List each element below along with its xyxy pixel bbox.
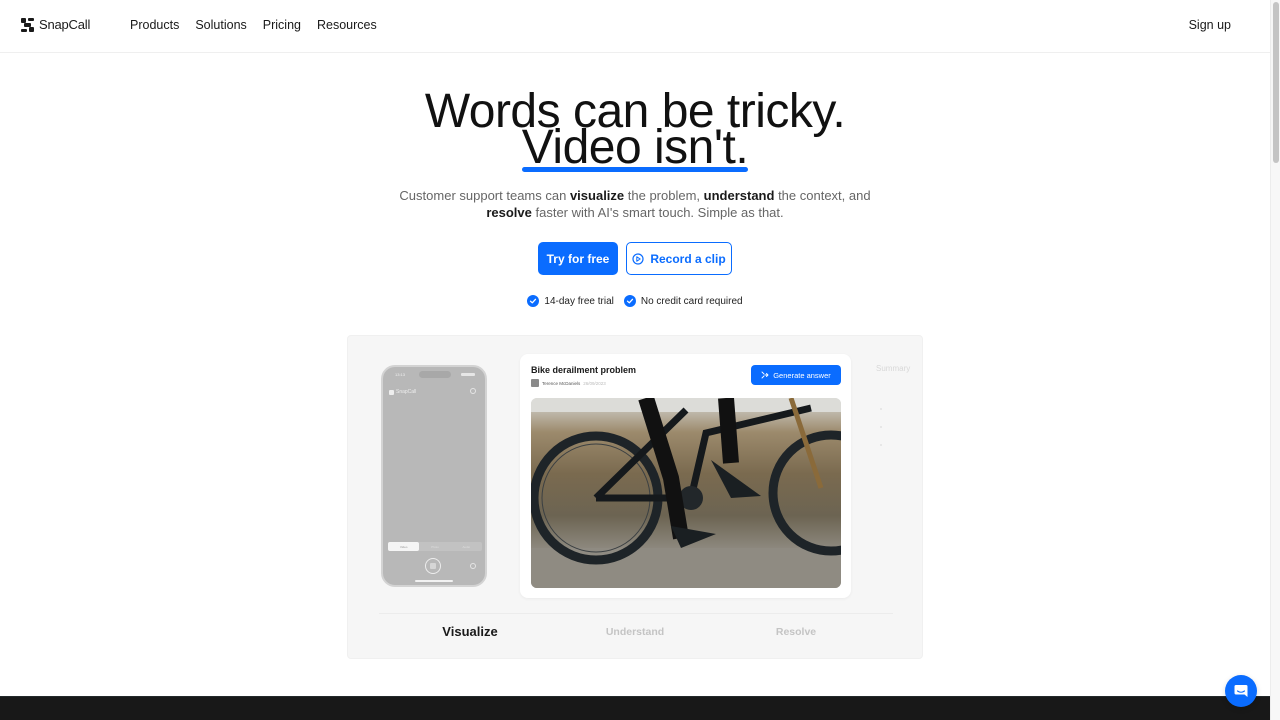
scrollbar-thumb[interactable] [1273, 2, 1279, 163]
check-circle-icon [623, 295, 636, 307]
avatar [531, 379, 539, 387]
phone-brand: SnapCall [389, 389, 416, 395]
nav-resources[interactable]: Resources [317, 18, 377, 32]
ticket-title: Bike derailment problem [531, 365, 637, 375]
summary-bullet [880, 426, 882, 428]
subtitle-text: faster with AI's smart touch. Simple as … [531, 205, 784, 220]
rotate-camera-icon [470, 563, 476, 569]
perk-item: No credit card required [623, 295, 743, 307]
record-clip-button[interactable]: Record a clip [626, 242, 732, 275]
brand-name: SnapCall [39, 17, 91, 32]
demo-tab-understand[interactable]: Understand [606, 626, 664, 638]
phone-tab-audio: Audio [462, 544, 471, 549]
check-circle-icon [527, 295, 540, 307]
highlight-underline [522, 167, 748, 172]
product-demo: 13:13 SnapCall Video Photo Audio Bike de… [347, 335, 923, 659]
ticket-author: Terence McDaniels [542, 380, 581, 386]
gear-icon [470, 388, 476, 394]
demo-tab-visualize[interactable]: Visualize [442, 624, 497, 639]
chat-launcher-button[interactable] [1225, 675, 1257, 707]
page-scrollbar[interactable] [1270, 0, 1280, 720]
summary-bullet [880, 444, 882, 446]
perk-label: 14-day free trial [544, 295, 614, 307]
summary-bullet [880, 408, 882, 410]
phone-time: 13:13 [395, 372, 406, 377]
bike-video-frame [531, 398, 841, 588]
try-for-free-button[interactable]: Try for free [538, 242, 618, 275]
subtitle-bold: visualize [569, 188, 625, 203]
play-circle-icon [632, 252, 644, 265]
nav-solutions[interactable]: Solutions [195, 18, 246, 32]
summary-label: Summary [876, 364, 911, 373]
sign-up-link[interactable]: Sign up [1189, 18, 1231, 32]
nav-pricing[interactable]: Pricing [263, 18, 301, 32]
subtitle-bold: understand [703, 188, 775, 203]
perk-label: No credit card required [640, 295, 743, 307]
phone-mode-tabs: Video Photo Audio [388, 542, 482, 551]
generate-answer-button[interactable]: Generate answer [751, 365, 841, 385]
generate-answer-label: Generate answer [773, 370, 831, 380]
hero-subtitle: Customer support teams can visualize the… [0, 187, 1270, 221]
ticket-card: Bike derailment problem Terence McDaniel… [520, 354, 851, 598]
record-clip-label: Record a clip [650, 251, 726, 266]
nav-products[interactable]: Products [130, 18, 179, 32]
dark-section [0, 696, 1270, 720]
phone-logo-icon [389, 389, 394, 395]
hero-title-line2: Video isn't. [0, 124, 1270, 172]
subtitle-text: Customer support teams can [399, 188, 570, 203]
phone-brand-label: SnapCall [396, 389, 417, 395]
snapcall-logo-icon [21, 17, 34, 32]
main-nav: Products Solutions Pricing Resources [130, 18, 377, 32]
phone-mockup: 13:13 SnapCall Video Photo Audio [381, 365, 487, 587]
phone-status-icons [461, 373, 475, 376]
shutter-icon [425, 558, 441, 574]
perks: 14-day free trial No credit card require… [0, 295, 1270, 307]
video-preview[interactable] [531, 398, 841, 588]
phone-tab-video: Video [388, 542, 420, 551]
site-header: SnapCall Products Solutions Pricing Reso… [0, 0, 1270, 53]
home-indicator [415, 580, 453, 582]
chat-bubble-icon [1234, 685, 1248, 697]
sparkle-icon [761, 371, 769, 379]
hero-highlight: Video isn't. [521, 121, 749, 174]
ticket-date: 26/09/2023 [583, 380, 606, 386]
perk-item: 14-day free trial [527, 295, 614, 307]
subtitle-text: the problem, [624, 188, 704, 203]
demo-divider [379, 613, 893, 614]
phone-tab-photo: Photo [431, 544, 439, 549]
ticket-meta: Terence McDaniels 26/09/2023 [531, 379, 606, 387]
subtitle-text: the context, and [774, 188, 871, 203]
subtitle-bold: resolve [486, 205, 532, 220]
demo-tab-resolve[interactable]: Resolve [776, 626, 816, 638]
phone-notch [419, 371, 451, 378]
logo[interactable]: SnapCall [21, 17, 90, 32]
